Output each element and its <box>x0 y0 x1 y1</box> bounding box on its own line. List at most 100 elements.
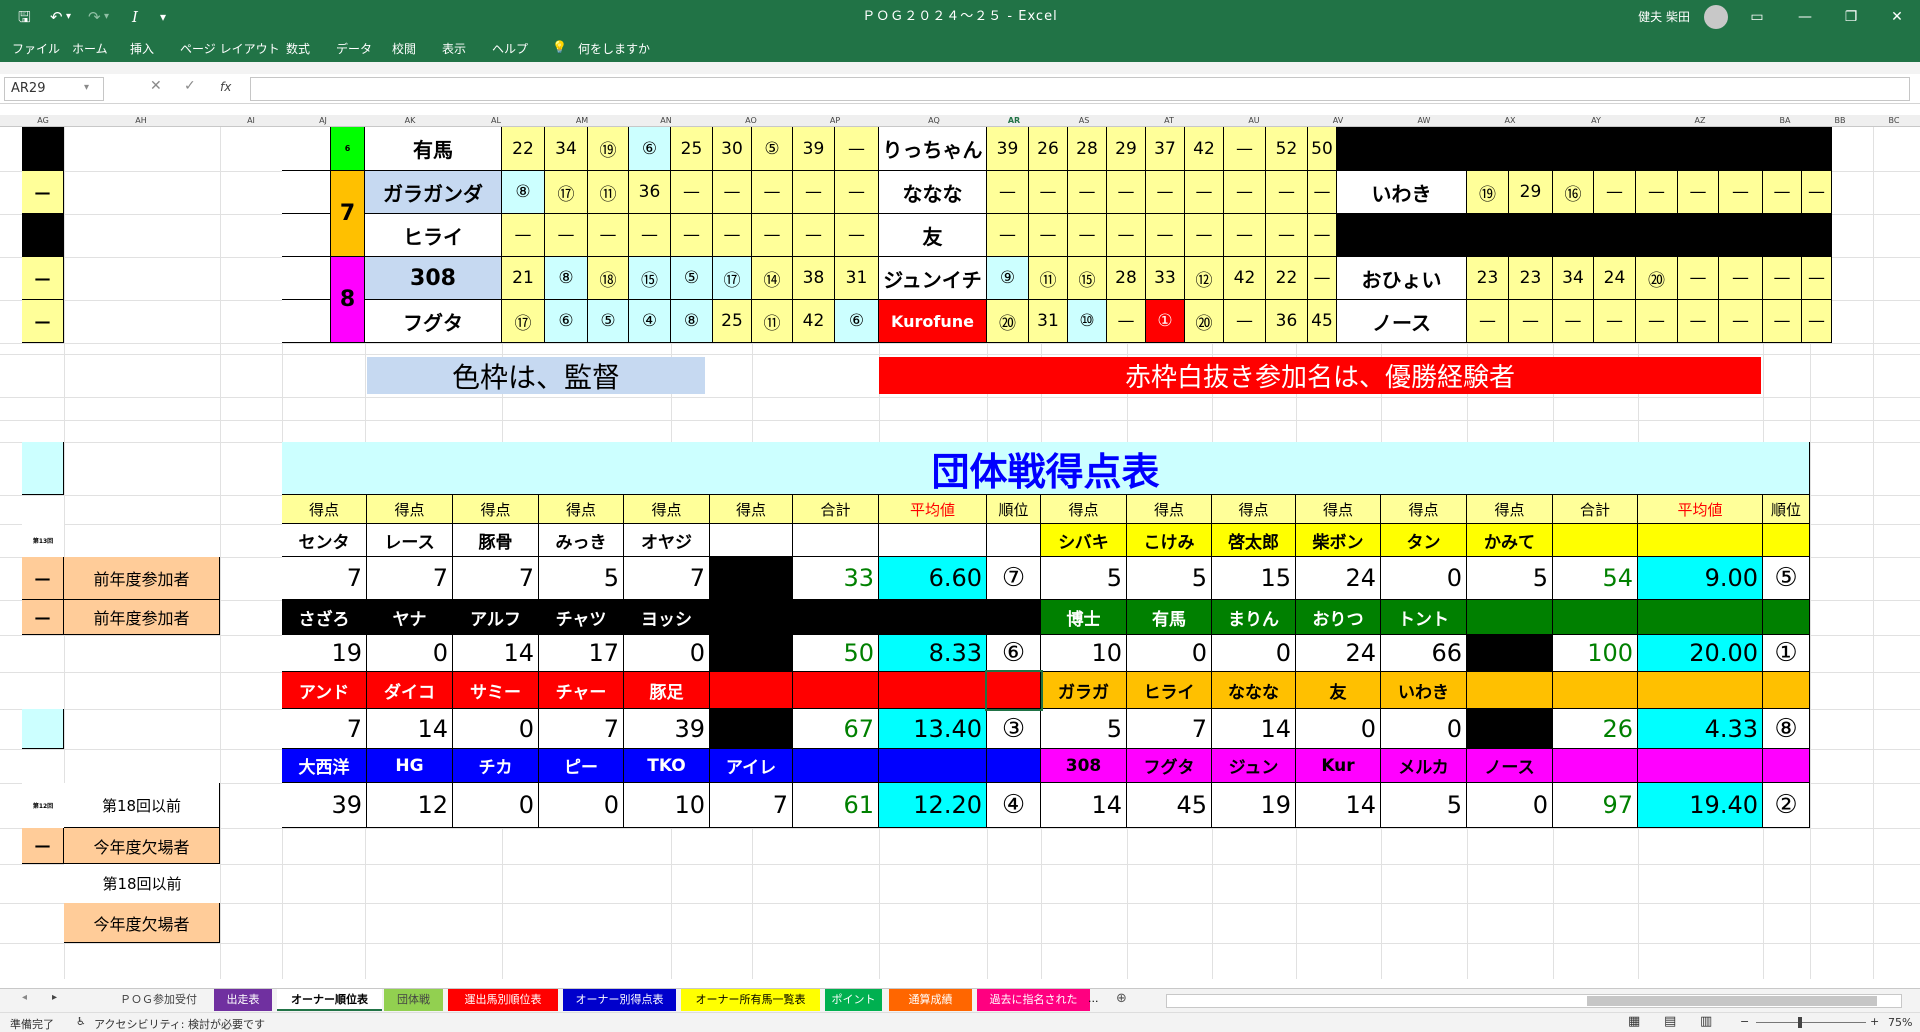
team-rank-2: ② <box>1763 783 1810 828</box>
horse-score-2: — <box>1266 214 1308 257</box>
tab-home[interactable]: ホーム <box>72 40 108 57</box>
column-header-ao[interactable]: AO <box>745 115 757 127</box>
insert-function-icon[interactable]: fx <box>220 80 231 94</box>
formula-input[interactable] <box>250 77 1910 101</box>
new-sheet-icon[interactable]: ⊕ <box>1116 991 1127 1006</box>
tab-file[interactable]: ファイル <box>12 40 60 57</box>
tab-insert[interactable]: 挿入 <box>130 40 154 57</box>
enter-icon[interactable]: ✓ <box>184 78 196 94</box>
sheet-tab[interactable]: オーナー別得点表 <box>563 989 676 1011</box>
column-header-al[interactable]: AL <box>491 115 501 127</box>
horse-score: ⑱ <box>588 257 629 300</box>
normal-view-icon[interactable]: ▦ <box>1628 1014 1640 1029</box>
ribbon-display-icon[interactable]: ▭ <box>1734 0 1780 34</box>
column-header-ba[interactable]: BA <box>1780 115 1791 127</box>
restore-button[interactable]: ❐ <box>1828 0 1874 34</box>
column-header-az[interactable]: AZ <box>1695 115 1706 127</box>
scroll-tabs-left-icon[interactable]: ◂ <box>22 992 27 1003</box>
horse-score: ⑧ <box>545 257 588 300</box>
horse-score-2: — <box>1146 171 1185 214</box>
tab-formulas[interactable]: 数式 <box>286 40 310 57</box>
horse-score-2: ⑨ <box>987 257 1029 300</box>
column-header-au[interactable]: AU <box>1248 115 1259 127</box>
worksheet-grid[interactable]: — — — 第13回 — 前年度参加者 — 前年度参加者 第12回 第18回以前 — 今年度欠場者 第1… <box>0 127 1920 979</box>
page-layout-view-icon[interactable]: ▤ <box>1664 1014 1676 1029</box>
minimize-button[interactable]: — <box>1782 0 1828 34</box>
column-header-ar[interactable]: AR <box>1008 115 1020 127</box>
more-tabs-ellipsis[interactable]: ... <box>1088 992 1099 1005</box>
horizontal-scrollbar[interactable] <box>1166 994 1902 1008</box>
column-header-ap[interactable]: AP <box>830 115 840 127</box>
horse-score-3: — <box>1802 300 1832 343</box>
sheet-tab[interactable]: ポイント <box>825 989 882 1011</box>
column-header-bb[interactable]: BB <box>1835 115 1846 127</box>
tab-view[interactable]: 表示 <box>442 40 466 57</box>
zoom-level[interactable]: 75% <box>1888 1016 1912 1029</box>
sheet-tab[interactable]: 運出馬別順位表 <box>448 989 558 1011</box>
left-dash-r26: — <box>22 557 64 600</box>
member-score: 17 <box>539 635 624 672</box>
avatar[interactable] <box>1704 5 1728 29</box>
horse-score: — <box>713 214 752 257</box>
column-header-ak[interactable]: AK <box>405 115 416 127</box>
column-header-ah[interactable]: AH <box>135 115 147 127</box>
member-name-2: 博士 <box>1041 600 1127 635</box>
column-header-an[interactable]: AN <box>660 115 671 127</box>
sheet-tab[interactable]: オーナー所有馬一覧表 <box>681 989 820 1011</box>
horse-score-2: 52 <box>1266 127 1308 171</box>
horse-score: — <box>502 214 545 257</box>
column-header-aj[interactable]: AJ <box>319 115 327 127</box>
name-box-dropdown-icon[interactable]: ▾ <box>84 82 89 93</box>
sheet-tab[interactable]: 過去に指名された <box>977 989 1090 1011</box>
tab-data[interactable]: データ <box>336 40 372 57</box>
horse-score-2: — <box>1308 214 1337 257</box>
cancel-icon[interactable]: ✕ <box>150 78 162 94</box>
column-header-am[interactable]: AM <box>576 115 588 127</box>
sheet-tab[interactable]: 通算成績 <box>889 989 972 1011</box>
column-header-av[interactable]: AV <box>1333 115 1343 127</box>
horse-score: ⑭ <box>752 257 793 300</box>
column-header-ax[interactable]: AX <box>1505 115 1516 127</box>
horse-score-3: 24 <box>1594 257 1636 300</box>
zoom-slider[interactable] <box>1756 1017 1866 1028</box>
sheet-tab[interactable]: ＰＯＧ参加受付 <box>105 989 212 1011</box>
member-score: 7 <box>624 557 710 600</box>
column-header-ai[interactable]: AI <box>247 115 255 127</box>
zoom-out-icon[interactable]: − <box>1740 1015 1749 1028</box>
title-bar: 🖫 ↶ ▾ ↷ ▾ I ▾ ＰＯＧ２０２４～２５ - Excel 健夫 柴田 ▭… <box>0 0 1920 34</box>
close-button[interactable]: ✕ <box>1874 0 1920 34</box>
name-fill <box>1638 749 1763 783</box>
horse-score: — <box>752 171 793 214</box>
horse-score: 39 <box>793 127 835 171</box>
tell-me-search[interactable]: 何をしますか <box>578 40 650 57</box>
column-header-ay[interactable]: AY <box>1591 115 1601 127</box>
column-header-as[interactable]: AS <box>1079 115 1090 127</box>
accessibility-status[interactable]: アクセシビリティ: 検討が必要です <box>94 1016 265 1032</box>
tab-page-layout[interactable]: ページ レイアウト <box>180 40 280 57</box>
column-header-aq[interactable]: AQ <box>928 115 940 127</box>
horse-score-2: ⑳ <box>987 300 1029 343</box>
sheet-tab[interactable]: 出走表 <box>214 989 272 1011</box>
zoom-in-icon[interactable]: + <box>1870 1015 1879 1028</box>
user-name[interactable]: 健夫 柴田 <box>1638 0 1690 34</box>
horse-score: ⑪ <box>588 171 629 214</box>
page-break-view-icon[interactable]: ▥ <box>1700 1014 1712 1029</box>
horse-score-2: — <box>987 171 1029 214</box>
tab-help[interactable]: ヘルプ <box>492 40 528 57</box>
sheet-tab[interactable]: 団体戦 <box>384 989 443 1011</box>
team-total: 50 <box>793 635 879 672</box>
horse-score: ④ <box>629 300 671 343</box>
column-header-bc[interactable]: BC <box>1889 115 1900 127</box>
name-fill <box>1763 600 1810 635</box>
column-header-aw[interactable]: AW <box>1418 115 1431 127</box>
horse-score: ⑥ <box>629 127 671 171</box>
sheet-tab[interactable]: オーナー順位表 <box>277 989 382 1011</box>
selected-cell-ar29[interactable] <box>985 670 1043 711</box>
member-score <box>710 709 793 749</box>
column-header-ag[interactable]: AG <box>37 115 49 127</box>
tab-review[interactable]: 校閲 <box>392 40 416 57</box>
column-header-at[interactable]: AT <box>1164 115 1174 127</box>
scroll-tabs-right-icon[interactable]: ▸ <box>52 992 57 1003</box>
score-header: 順位 <box>987 495 1041 524</box>
score-header: 合計 <box>1553 495 1638 524</box>
